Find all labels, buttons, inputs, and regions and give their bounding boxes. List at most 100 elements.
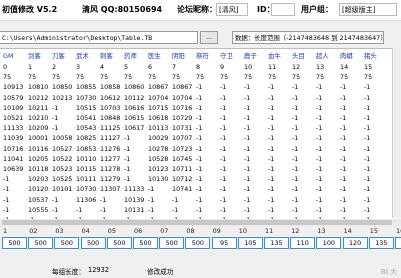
table-cell[interactable]: 10213 bbox=[52, 93, 72, 103]
table-cell[interactable]: -1 bbox=[52, 113, 58, 123]
edit-value-field[interactable]: 500 bbox=[185, 237, 211, 249]
table-cell[interactable]: 75 bbox=[76, 72, 84, 82]
table-cell[interactable]: 10730 bbox=[76, 184, 96, 194]
table-cell[interactable]: -1 bbox=[124, 144, 130, 154]
table-cell[interactable]: 10528 bbox=[148, 154, 168, 164]
table-cell[interactable]: -1 bbox=[340, 82, 346, 92]
table-cell[interactable]: 10707 bbox=[172, 133, 192, 143]
table-row[interactable]: -1 10120 10101 10730 11307 11133 -1 10741 -1 -1 -1… bbox=[0, 184, 401, 194]
edit-value-field[interactable]: 500 bbox=[28, 237, 54, 249]
edit-value-field[interactable]: 500 bbox=[106, 237, 132, 249]
column-header[interactable]: 头目 bbox=[292, 51, 305, 61]
table-cell[interactable]: 10130 bbox=[148, 174, 168, 184]
edit-value-field[interactable]: 135 bbox=[368, 237, 394, 249]
table-cell[interactable]: -1 bbox=[220, 205, 226, 215]
table-row[interactable]: 10579 10212 10213 10730 10612 10112 10704 10704… bbox=[0, 93, 401, 103]
table-cell[interactable]: -1 bbox=[268, 82, 274, 92]
table-cell[interactable]: 10058 bbox=[52, 133, 72, 143]
column-header[interactable]: 肉蟒 bbox=[340, 51, 353, 61]
table-cell[interactable]: 10711 bbox=[172, 164, 192, 174]
table-cell[interactable]: 10723 bbox=[172, 144, 192, 154]
table-cell[interactable]: 11125 bbox=[100, 123, 120, 133]
table-cell[interactable]: 10848 bbox=[100, 113, 120, 123]
table-cell[interactable]: 10523 bbox=[52, 164, 72, 174]
table-cell[interactable]: -1 bbox=[196, 144, 202, 154]
table-cell[interactable]: -1 bbox=[316, 174, 322, 184]
table-cell[interactable]: -1 bbox=[364, 123, 370, 133]
table-cell[interactable]: 10729 bbox=[172, 113, 192, 123]
table-cell[interactable]: 10515 bbox=[76, 103, 96, 113]
table-cell[interactable]: 10867 bbox=[148, 82, 168, 92]
edit-value-field[interactable]: 105 bbox=[237, 237, 263, 249]
table-cell[interactable]: 10703 bbox=[100, 103, 120, 113]
table-cell[interactable]: -1 bbox=[172, 195, 178, 205]
table-cell[interactable]: -1 bbox=[292, 164, 298, 174]
column-header[interactable]: 鹿子 bbox=[244, 51, 257, 61]
table-cell[interactable]: -1 bbox=[340, 103, 346, 113]
column-header[interactable]: 血牛 bbox=[268, 51, 281, 61]
table-cell[interactable]: -1 bbox=[52, 205, 58, 215]
table-cell[interactable]: 75 bbox=[268, 72, 276, 82]
table-cell[interactable]: -1 bbox=[268, 154, 274, 164]
table-cell[interactable]: 10541 bbox=[76, 113, 96, 123]
table-cell[interactable]: -1 bbox=[340, 174, 346, 184]
column-header[interactable]: 医生 bbox=[148, 51, 161, 61]
table-cell[interactable]: -1 bbox=[316, 123, 322, 133]
table-cell[interactable]: -1 bbox=[268, 174, 274, 184]
table-cell[interactable]: -1 bbox=[3, 205, 9, 215]
nickname-field[interactable]: [清风] bbox=[216, 3, 248, 16]
table-row[interactable]: -1 10537 -1 11306 -1 10139 -1 -1 -1 -1 -1 -1 -1 -1 -1 -… bbox=[0, 195, 401, 205]
table-cell[interactable]: 12 bbox=[292, 62, 300, 72]
table-cell[interactable]: -1 bbox=[340, 184, 346, 194]
table-cell[interactable]: -1 bbox=[196, 113, 202, 123]
table-row[interactable]: 0 1 2 3 4 5 6 7 8 9 10 11 12 13 14 15 bbox=[0, 62, 401, 72]
table-cell[interactable]: 11 bbox=[268, 62, 276, 72]
table-cell[interactable]: -1 bbox=[124, 133, 130, 143]
table-cell[interactable]: 75 bbox=[196, 72, 204, 82]
table-cell[interactable]: -1 bbox=[316, 164, 322, 174]
table-cell[interactable]: -1 bbox=[340, 93, 346, 103]
table-cell[interactable]: 10716 bbox=[3, 144, 23, 154]
table-cell[interactable]: 4 bbox=[100, 62, 104, 72]
table-cell[interactable]: 10111 bbox=[76, 174, 96, 184]
table-cell[interactable]: -1 bbox=[292, 123, 298, 133]
table-cell[interactable]: 10203 bbox=[28, 174, 48, 184]
column-header[interactable]: 药师 bbox=[124, 51, 137, 61]
table-cell[interactable]: 10712 bbox=[172, 174, 192, 184]
table-cell[interactable]: 3 bbox=[76, 62, 80, 72]
table-cell[interactable]: 10205 bbox=[28, 154, 48, 164]
table-cell[interactable]: -1 bbox=[196, 93, 202, 103]
column-header[interactable]: 阴阳 bbox=[172, 51, 185, 61]
table-cell[interactable]: -1 bbox=[244, 154, 250, 164]
table-cell[interactable]: -1 bbox=[244, 195, 250, 205]
table-cell[interactable]: -1 bbox=[244, 184, 250, 194]
table-cell[interactable]: -1 bbox=[364, 205, 370, 215]
edit-value-field[interactable]: 500 bbox=[133, 237, 158, 249]
table-cell[interactable]: -1 bbox=[196, 195, 202, 205]
table-cell[interactable]: -1 bbox=[220, 144, 226, 154]
table-cell[interactable]: -1 bbox=[316, 133, 322, 143]
table-row[interactable]: 11041 10205 10522 10110 11277 -1 10528 10745 -1 -… bbox=[0, 154, 401, 164]
table-cell[interactable]: -1 bbox=[3, 195, 9, 205]
column-header[interactable]: 祭符 bbox=[196, 51, 209, 61]
table-cell[interactable]: -1 bbox=[220, 82, 226, 92]
edit-value-field[interactable]: 180 bbox=[395, 237, 401, 249]
horizontal-scrollbar[interactable] bbox=[0, 219, 401, 226]
table-cell[interactable]: -1 bbox=[292, 93, 298, 103]
table-cell[interactable]: -1 bbox=[364, 133, 370, 143]
table-cell[interactable]: 10858 bbox=[100, 82, 120, 92]
column-header[interactable]: 剑客 bbox=[28, 51, 41, 61]
table-cell[interactable]: -1 bbox=[196, 103, 202, 113]
table-cell[interactable]: -1 bbox=[292, 154, 298, 164]
table-cell[interactable]: 10704 bbox=[148, 93, 168, 103]
table-cell[interactable]: -1 bbox=[124, 174, 130, 184]
table-cell[interactable]: 10131 bbox=[124, 205, 144, 215]
table-cell[interactable]: 10527 bbox=[52, 144, 72, 154]
table-cell[interactable]: 10 bbox=[244, 62, 252, 72]
table-cell[interactable]: -1 bbox=[196, 174, 202, 184]
table-cell[interactable]: 11039 bbox=[3, 133, 23, 143]
table-cell[interactable]: -1 bbox=[364, 164, 370, 174]
table-cell[interactable]: -1 bbox=[268, 133, 274, 143]
table-cell[interactable]: 10209 bbox=[28, 123, 48, 133]
table-cell[interactable]: -1 bbox=[244, 174, 250, 184]
